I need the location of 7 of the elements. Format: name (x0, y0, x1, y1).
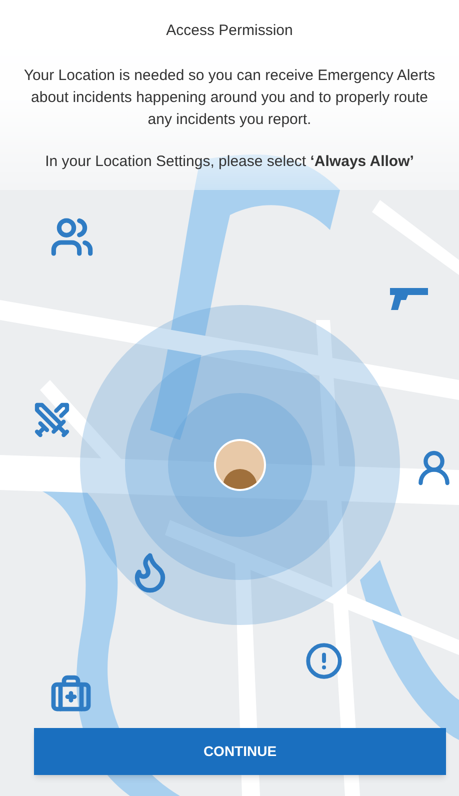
continue-button[interactable]: CONTINUE (34, 728, 446, 775)
page-title: Access Permission (166, 21, 293, 41)
crowd-icon (50, 215, 94, 259)
settings-instruction: In your Location Settings, please select ‘Always Allow’ (45, 152, 414, 172)
alert-icon (305, 642, 343, 680)
swords-icon (32, 400, 72, 440)
permission-message: Your Location is needed so you can receive Emergency Alerts about incidents happening around you and to properly route any incidents you report. (22, 66, 436, 130)
